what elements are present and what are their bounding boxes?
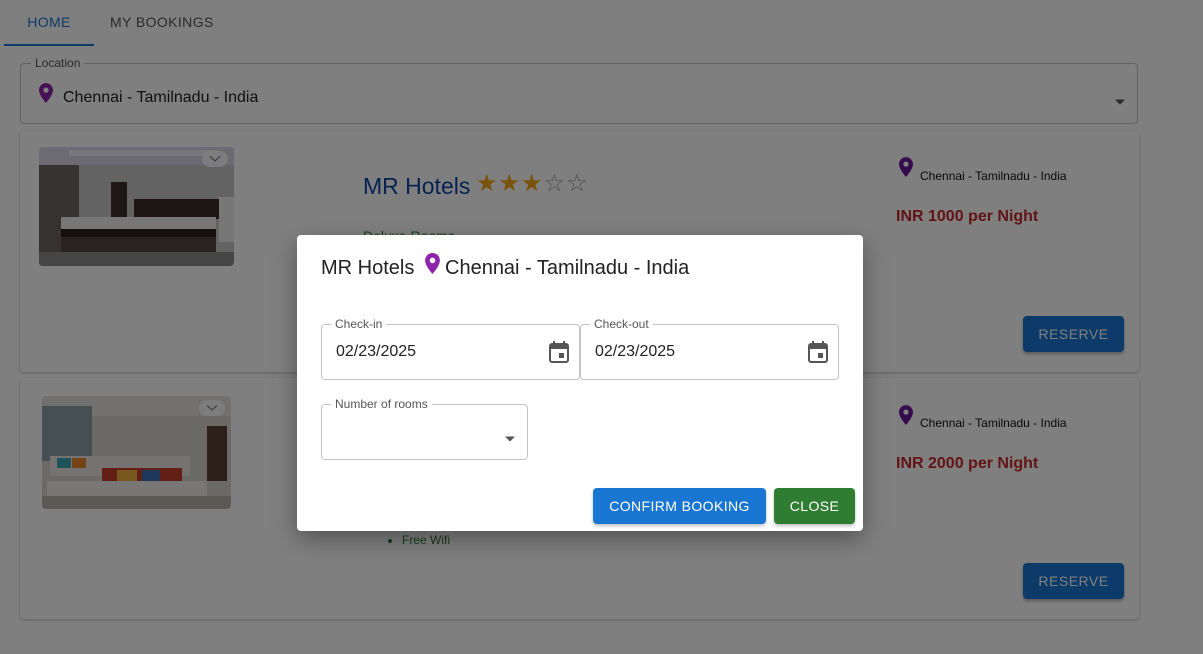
dialog-hotel-name: MR Hotels: [321, 257, 415, 279]
confirm-booking-button[interactable]: CONFIRM BOOKING: [593, 488, 766, 524]
location-pin-icon: [425, 253, 440, 279]
checkout-value[interactable]: 02/23/2025: [595, 343, 675, 361]
rooms-select[interactable]: Number of rooms: [321, 397, 528, 460]
checkout-date-field[interactable]: Check-out 02/23/2025: [580, 317, 839, 380]
checkin-label: Check-in: [331, 317, 387, 331]
checkin-value[interactable]: 02/23/2025: [336, 343, 416, 361]
rooms-label: Number of rooms: [331, 397, 432, 411]
calendar-icon[interactable]: [808, 341, 828, 368]
booking-dialog: MR Hotels Chennai - Tamilnadu - India Ch…: [297, 235, 863, 531]
dropdown-arrow-icon[interactable]: [505, 429, 515, 447]
close-button[interactable]: CLOSE: [774, 488, 855, 524]
dialog-location: Chennai - Tamilnadu - India: [445, 257, 690, 279]
calendar-icon[interactable]: [549, 341, 569, 368]
checkin-date-field[interactable]: Check-in 02/23/2025: [321, 317, 580, 380]
checkout-label: Check-out: [590, 317, 653, 331]
